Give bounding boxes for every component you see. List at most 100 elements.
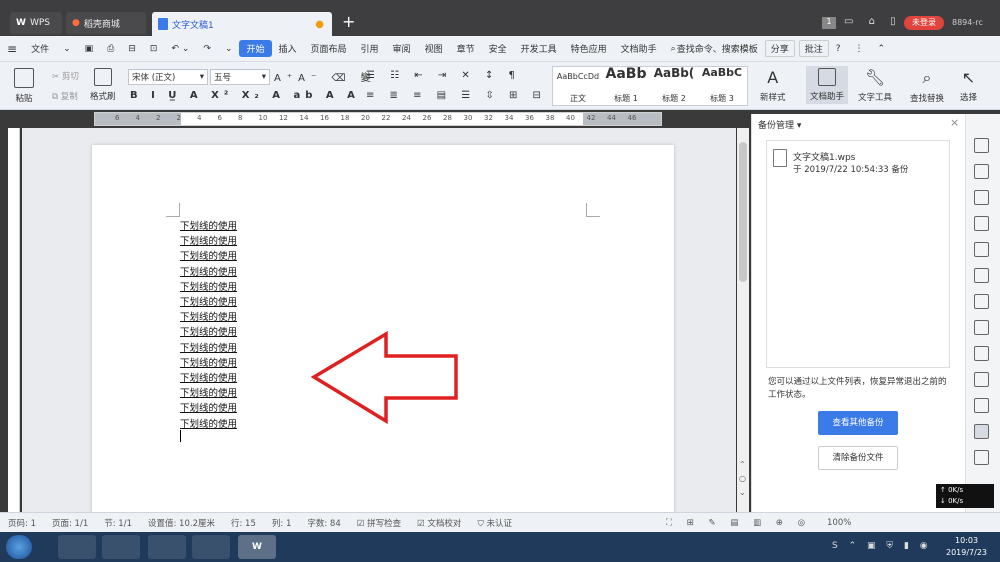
- align-icons[interactable]: ≡ ≣ ≡ ▤ ☰ ⇳ ⊞ ⊟: [366, 90, 547, 101]
- vertical-scrollbar[interactable]: ⌃ ○ ⌄: [737, 128, 749, 512]
- menu-file[interactable]: 文件: [24, 42, 56, 55]
- menu-review[interactable]: 审阅: [386, 42, 418, 55]
- hamburger-icon[interactable]: ≡: [0, 42, 24, 56]
- close-icon[interactable]: ×: [950, 116, 959, 129]
- style-heading1[interactable]: AaBb 标题 1: [602, 66, 650, 104]
- clear-backups-button[interactable]: 清除备份文件: [818, 446, 898, 470]
- cert-status[interactable]: ⛉ 未认证: [469, 517, 520, 529]
- pen-icon[interactable]: [974, 138, 989, 153]
- status-pages[interactable]: 页面: 1/1: [44, 517, 96, 529]
- view-mode-icons[interactable]: ⛶ ⊞ ✎ ▤ ▥ ⊕ ◎: [658, 518, 819, 528]
- text-line[interactable]: 下划线的使用: [180, 324, 237, 338]
- zoom-level[interactable]: 100%: [819, 518, 859, 528]
- style-heading2[interactable]: AaBb(标题 2: [650, 66, 698, 104]
- clock[interactable]: 10:03 2019/7/23: [946, 535, 987, 559]
- status-setting[interactable]: 设置值: 10.2厘米: [140, 517, 223, 529]
- doc-proof-button[interactable]: ☑ 文档校对: [409, 517, 469, 529]
- shape-icon[interactable]: [974, 190, 989, 205]
- document-area[interactable]: 下划线的使用 下划线的使用 下划线的使用 下划线的使用 下划线的使用 下划线的使用 下划线的…: [22, 128, 736, 515]
- vertical-ruler[interactable]: [8, 128, 20, 512]
- text-line[interactable]: 下划线的使用: [180, 370, 237, 384]
- menu-doc-assistant[interactable]: 文档助手: [614, 42, 664, 55]
- help-button[interactable]: ?: [829, 44, 848, 54]
- tab-store[interactable]: ● 稻壳商城: [66, 12, 146, 34]
- spell-check-button[interactable]: ☑ 拼写检查: [349, 517, 409, 529]
- more-menu-icon[interactable]: ⋮: [848, 44, 871, 54]
- start-button[interactable]: [6, 535, 32, 559]
- paste-button[interactable]: 粘贴: [14, 68, 34, 104]
- new-tab-button[interactable]: +: [342, 12, 355, 31]
- menu-developer[interactable]: 开发工具: [514, 42, 564, 55]
- history-icon[interactable]: [974, 424, 989, 439]
- style-heading3[interactable]: AaBbC 标题 3: [698, 66, 746, 104]
- scroll-thumb[interactable]: [739, 142, 747, 282]
- page-nav-icons[interactable]: ⌃ ○ ⌄: [739, 458, 746, 500]
- login-button[interactable]: 未登录: [904, 16, 944, 30]
- menu-view[interactable]: 视图: [418, 42, 450, 55]
- menu-insert[interactable]: 插入: [272, 42, 304, 55]
- copy-button[interactable]: ⧉ 复制: [52, 90, 78, 102]
- help-icon[interactable]: [974, 450, 989, 465]
- backup-file-name[interactable]: 文字文稿1.wps: [793, 150, 855, 163]
- share-button[interactable]: 分享: [764, 40, 795, 57]
- status-word-count[interactable]: 字数: 84: [299, 517, 348, 529]
- text-format-icons[interactable]: B I U̲ A X² X₂ A ab A A: [130, 90, 360, 101]
- menu-security[interactable]: 安全: [482, 42, 514, 55]
- chevron-down-icon[interactable]: ⌄: [56, 44, 78, 54]
- document-page[interactable]: 下划线的使用 下划线的使用 下划线的使用 下划线的使用 下划线的使用 下划线的使用 下划线的…: [92, 145, 674, 515]
- preview-icon[interactable]: ⊡: [143, 44, 165, 54]
- style-normal[interactable]: AaBbCcDd 正文: [554, 66, 602, 104]
- save-icon[interactable]: ▣: [78, 44, 101, 54]
- menu-references[interactable]: 引用: [354, 42, 386, 55]
- more-icon[interactable]: ⌄: [218, 44, 240, 54]
- taskbar-app-chrome[interactable]: [148, 535, 186, 559]
- word-icon[interactable]: [974, 320, 989, 335]
- taskbar-app-paint[interactable]: [192, 535, 230, 559]
- search-icon[interactable]: ⌕: [664, 44, 677, 54]
- font-size-select[interactable]: 五号 ▾: [210, 69, 270, 85]
- tab-document[interactable]: 文字文稿1 ●: [152, 12, 332, 36]
- undo-icon[interactable]: ↶ ⌄: [164, 44, 196, 54]
- find-replace-button[interactable]: ⌕ 查找替换: [910, 68, 944, 104]
- tab-wps[interactable]: W WPS: [10, 12, 62, 34]
- text-tools-button[interactable]: 🔧︎ 文字工具: [858, 68, 892, 103]
- text-line[interactable]: 下划线的使用: [180, 279, 237, 293]
- tray-icons[interactable]: S ⌃ ▣ ⛨ ▮ ◉: [832, 541, 932, 551]
- share-icon[interactable]: [974, 294, 989, 309]
- menu-features[interactable]: 特色应用: [564, 42, 614, 55]
- new-style-button[interactable]: A 新样式: [760, 68, 786, 103]
- text-line[interactable]: 下划线的使用: [180, 248, 237, 262]
- comment-button[interactable]: 批注: [798, 40, 829, 57]
- leaf-icon[interactable]: [974, 398, 989, 413]
- image-icon[interactable]: [974, 372, 989, 387]
- doc-assistant-button[interactable]: 文档助手: [806, 66, 849, 104]
- format-painter-button[interactable]: 格式刷: [90, 68, 116, 102]
- taskbar-app-wps[interactable]: W: [238, 535, 276, 559]
- box-icon[interactable]: [974, 346, 989, 361]
- taskbar-app-player[interactable]: [102, 535, 140, 559]
- font-grow-shrink-icons[interactable]: A⁺A⁻ ⌫ 變: [274, 69, 377, 84]
- taskbar-app-cloud[interactable]: [58, 535, 96, 559]
- text-line[interactable]: 下划线的使用: [180, 400, 237, 414]
- settings-icon[interactable]: [974, 242, 989, 257]
- redo-icon[interactable]: ↷: [196, 44, 218, 54]
- command-search[interactable]: 查找命令、搜索模板: [677, 42, 765, 55]
- cut-button[interactable]: ✂ 剪切: [52, 70, 79, 82]
- print-icon[interactable]: ⊟: [121, 44, 143, 54]
- text-line[interactable]: 下划线的使用: [180, 309, 237, 323]
- text-line[interactable]: 下划线的使用: [180, 385, 237, 399]
- view-other-backups-button[interactable]: 查看其他备份: [818, 411, 898, 435]
- table-icon[interactable]: [974, 216, 989, 231]
- text-line[interactable]: 下划线的使用: [180, 416, 237, 430]
- menu-layout[interactable]: 页面布局: [304, 42, 354, 55]
- font-name-select[interactable]: 宋体 (正文) ▾: [128, 69, 208, 85]
- select-button[interactable]: ↖ 选择: [960, 68, 977, 103]
- text-line[interactable]: 下划线的使用: [180, 233, 237, 247]
- text-line[interactable]: 下划线的使用: [180, 355, 237, 369]
- status-section[interactable]: 节: 1/1: [96, 517, 140, 529]
- text-line[interactable]: 下划线的使用: [180, 340, 237, 354]
- window-count-badge[interactable]: 1: [822, 17, 836, 29]
- status-page[interactable]: 页码: 1: [0, 517, 44, 529]
- status-col[interactable]: 列: 1: [264, 517, 299, 529]
- horizontal-ruler[interactable]: 6 4 2 2 4 6 8 10 12 14 16 18 20 22 24 26 28 30 32 34 36 38 40 4…: [94, 112, 662, 126]
